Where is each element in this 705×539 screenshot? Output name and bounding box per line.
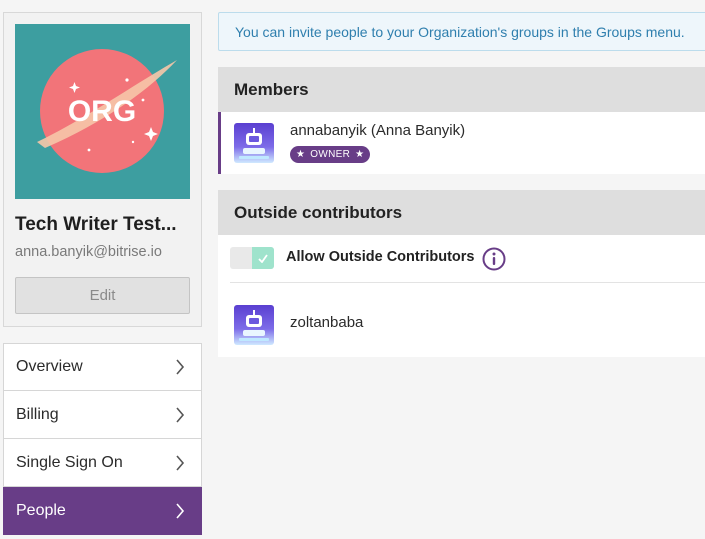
- outside-contributors-title: Outside contributors: [218, 190, 705, 235]
- chevron-right-icon: [175, 502, 189, 520]
- nav-item-people[interactable]: People: [3, 487, 202, 535]
- org-logo-text: ORG: [68, 95, 136, 128]
- members-title: Members: [218, 67, 705, 112]
- check-icon: [252, 247, 274, 269]
- org-email: anna.banyik@bitrise.io: [15, 244, 162, 260]
- nav-item-label: People: [16, 501, 66, 519]
- star-icon: ★: [355, 149, 365, 160]
- nav-item-billing[interactable]: Billing: [3, 391, 202, 439]
- nav-item-overview[interactable]: Overview: [3, 343, 202, 391]
- nav-item-label: Single Sign On: [16, 453, 123, 471]
- allow-outside-contributors-label: Allow Outside Contributors: [286, 249, 475, 265]
- star-icon: ★: [296, 149, 306, 160]
- bot-avatar-icon: [234, 305, 274, 345]
- edit-button[interactable]: Edit: [15, 277, 190, 314]
- allow-outside-contributors-toggle[interactable]: [230, 247, 274, 269]
- nav-item-label: Billing: [16, 405, 59, 423]
- allow-outside-contributors-row: Allow Outside Contributors: [230, 235, 705, 283]
- members-panel: Members annabanyik (Anna Banyik) ★ OWNER…: [218, 67, 705, 174]
- bot-avatar-icon: [234, 123, 274, 163]
- contributor-name: zoltanbaba: [290, 314, 364, 331]
- member-row[interactable]: annabanyik (Anna Banyik) ★ OWNER ★: [218, 112, 705, 174]
- outside-contributors-panel: Outside contributors Allow Outside Contr…: [218, 190, 705, 357]
- settings-nav: Overview Billing Single Sign On People: [3, 343, 202, 535]
- chevron-right-icon: [175, 358, 189, 376]
- member-name: annabanyik (Anna Banyik): [290, 122, 466, 139]
- chevron-right-icon: [175, 454, 189, 472]
- nav-item-single-sign-on[interactable]: Single Sign On: [3, 439, 202, 487]
- owner-badge-label: OWNER: [310, 149, 351, 160]
- nav-item-label: Overview: [16, 358, 83, 375]
- chevron-right-icon: [175, 406, 189, 424]
- owner-badge: ★ OWNER ★: [290, 146, 371, 163]
- info-icon[interactable]: [482, 247, 506, 271]
- org-profile-card: ORG Tech Writer Test... anna.banyik@bitr…: [3, 12, 202, 327]
- org-logo: ORG: [15, 24, 190, 199]
- contributor-row[interactable]: zoltanbaba: [218, 283, 705, 353]
- info-banner: You can invite people to your Organizati…: [218, 12, 705, 51]
- org-name: Tech Writer Test...: [15, 214, 177, 235]
